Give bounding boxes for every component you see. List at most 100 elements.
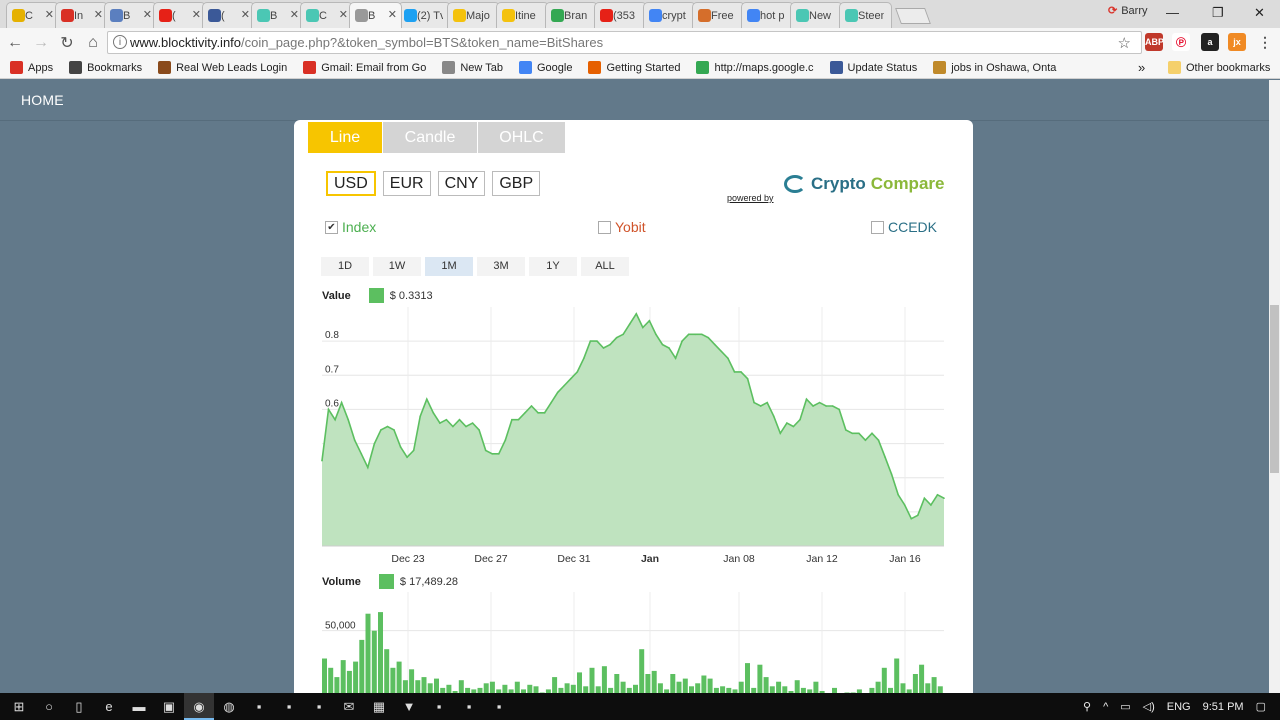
browser-tab-strip: C ✕ In ✕ B ✕(✕(✕ B ✕ C ✕ B ✕ (2) Tv Majo Itine Bran (353… xyxy=(0,0,1280,28)
amazon-extension-icon[interactable]: a xyxy=(1201,33,1219,51)
app-icon[interactable]: ▪ xyxy=(274,693,304,720)
forward-button[interactable]: → xyxy=(28,34,54,52)
new-tab-button[interactable] xyxy=(895,8,931,24)
bookmark-item[interactable]: jobs in Oshawa, Onta xyxy=(933,61,1056,74)
value-point xyxy=(465,425,467,428)
explorer-icon[interactable]: ▬ xyxy=(124,693,154,720)
steem-icon xyxy=(306,9,319,22)
people-icon[interactable]: ⚲ xyxy=(1083,700,1091,713)
browser-tab[interactable]: New xyxy=(790,2,843,28)
browser-tab[interactable]: crypt xyxy=(643,2,696,28)
close-tab-icon[interactable]: ✕ xyxy=(241,8,250,21)
browser-tab[interactable]: (✕ xyxy=(202,2,255,28)
app-icon[interactable]: ▪ xyxy=(244,693,274,720)
network-icon[interactable]: ▭ xyxy=(1120,700,1130,713)
app-icon[interactable]: ▪ xyxy=(484,693,514,720)
browser-tab[interactable]: (2) Tv xyxy=(398,2,451,28)
volume-bar xyxy=(645,674,651,693)
pinterest-extension-icon[interactable]: ℗ xyxy=(1172,33,1190,51)
chrome-icon[interactable]: ◉ xyxy=(184,693,214,720)
browser-tab[interactable]: (✕ xyxy=(153,2,206,28)
browser-tab[interactable]: C ✕ xyxy=(6,2,59,28)
language-indicator[interactable]: ENG xyxy=(1167,701,1191,713)
bookmark-item[interactable]: Real Web Leads Login xyxy=(158,61,287,74)
firefox-icon[interactable]: ◍ xyxy=(214,693,244,720)
value-point xyxy=(733,371,736,373)
close-tab-icon[interactable]: ✕ xyxy=(388,8,397,21)
browser-tab[interactable]: B ✕ xyxy=(251,2,304,28)
reload-button[interactable]: ↻ xyxy=(54,33,80,53)
bookmark-item[interactable]: Getting Started xyxy=(588,61,680,74)
value-point xyxy=(367,466,369,469)
browser-tab[interactable]: Itine xyxy=(496,2,549,28)
profile-button[interactable]: ⟳ Barry xyxy=(1108,4,1148,18)
task-view-icon[interactable]: ▯ xyxy=(64,693,94,720)
browser-tab[interactable]: B ✕ xyxy=(349,2,402,28)
browser-tab[interactable]: hot p xyxy=(741,2,794,28)
adblock-extension-icon[interactable]: ABP xyxy=(1145,33,1164,51)
bookmark-item[interactable]: Google xyxy=(518,61,572,74)
bookmark-label: New Tab xyxy=(460,61,503,74)
value-y-tick-label: 0.8 xyxy=(325,330,339,341)
mail-icon[interactable]: ✉ xyxy=(334,693,364,720)
close-tab-icon[interactable]: ✕ xyxy=(192,8,201,21)
start-icon[interactable]: ⊞ xyxy=(4,693,34,720)
price-volume-chart[interactable]: 0.20.30.40.50.60.70.8Dec 23Dec 27Dec 31J… xyxy=(294,120,973,693)
bookmark-item[interactable]: Gmail: Email from Go xyxy=(303,61,426,74)
volume-bar xyxy=(434,678,439,693)
close-window-button[interactable]: ✕ xyxy=(1254,5,1265,21)
app-icon[interactable]: ▪ xyxy=(424,693,454,720)
value-point xyxy=(759,405,762,407)
volume-bar xyxy=(421,677,427,693)
extension-icon[interactable]: jx xyxy=(1228,33,1246,51)
value-point xyxy=(583,357,585,360)
search-icon[interactable]: ○ xyxy=(34,693,64,720)
browser-tab[interactable]: Free xyxy=(692,2,745,28)
browser-tab[interactable]: Steen xyxy=(839,2,892,28)
volume-icon[interactable]: ◁) xyxy=(1143,700,1155,713)
bookmark-item[interactable]: Update Status xyxy=(829,61,917,74)
volume-bar xyxy=(925,683,931,693)
bookmarks-overflow-button[interactable]: » xyxy=(1138,60,1145,75)
bookmark-item[interactable]: Apps xyxy=(10,61,53,74)
brave-icon[interactable]: ▼ xyxy=(394,693,424,720)
page-scrollbar-thumb[interactable] xyxy=(1270,305,1279,473)
notifications-icon[interactable]: ▢ xyxy=(1256,700,1266,713)
browser-tab[interactable]: In ✕ xyxy=(55,2,108,28)
bookmark-item[interactable]: http://maps.google.c xyxy=(696,61,814,74)
close-tab-icon[interactable]: ✕ xyxy=(339,8,348,21)
edge-icon[interactable]: e xyxy=(94,693,124,720)
close-tab-icon[interactable]: ✕ xyxy=(94,8,103,21)
info-icon[interactable]: i xyxy=(113,35,127,49)
browser-tab[interactable]: B ✕ xyxy=(104,2,157,28)
browser-tab[interactable]: Bran xyxy=(545,2,598,28)
browser-tab[interactable]: Majo xyxy=(447,2,500,28)
other-bookmarks-folder[interactable]: Other bookmarks xyxy=(1168,61,1270,74)
calculator-icon[interactable]: ▦ xyxy=(364,693,394,720)
value-point xyxy=(903,504,906,506)
value-point xyxy=(740,371,742,373)
value-point xyxy=(727,357,729,360)
address-bar[interactable]: i www.blocktivity.info/coin_page.php?&to… xyxy=(107,31,1142,54)
chrome-menu-icon[interactable]: ⋮ xyxy=(1256,33,1274,51)
close-tab-icon[interactable]: ✕ xyxy=(290,8,299,21)
tray-chevron-icon[interactable]: ^ xyxy=(1103,701,1108,713)
minimize-button[interactable]: — xyxy=(1166,5,1179,20)
home-button[interactable]: ⌂ xyxy=(80,34,106,52)
back-button[interactable]: ← xyxy=(2,34,28,52)
clock[interactable]: 9:51 PM xyxy=(1203,701,1244,713)
bookmark-item[interactable]: New Tab xyxy=(442,61,503,74)
app-icon[interactable]: ▪ xyxy=(304,693,334,720)
value-point xyxy=(714,343,716,346)
close-tab-icon[interactable]: ✕ xyxy=(143,8,152,21)
value-point xyxy=(340,401,343,404)
maximize-button[interactable]: ❐ xyxy=(1212,5,1224,21)
close-tab-icon[interactable]: ✕ xyxy=(45,8,54,21)
browser-tab[interactable]: C ✕ xyxy=(300,2,353,28)
app-icon[interactable]: ▪ xyxy=(454,693,484,720)
bookmark-item[interactable]: Bookmarks xyxy=(69,61,142,74)
nav-home-link[interactable]: HOME xyxy=(21,92,64,108)
browser-tab[interactable]: (353 xyxy=(594,2,647,28)
bookmark-star-icon[interactable]: ☆ xyxy=(1118,34,1131,52)
store-icon[interactable]: ▣ xyxy=(154,693,184,720)
